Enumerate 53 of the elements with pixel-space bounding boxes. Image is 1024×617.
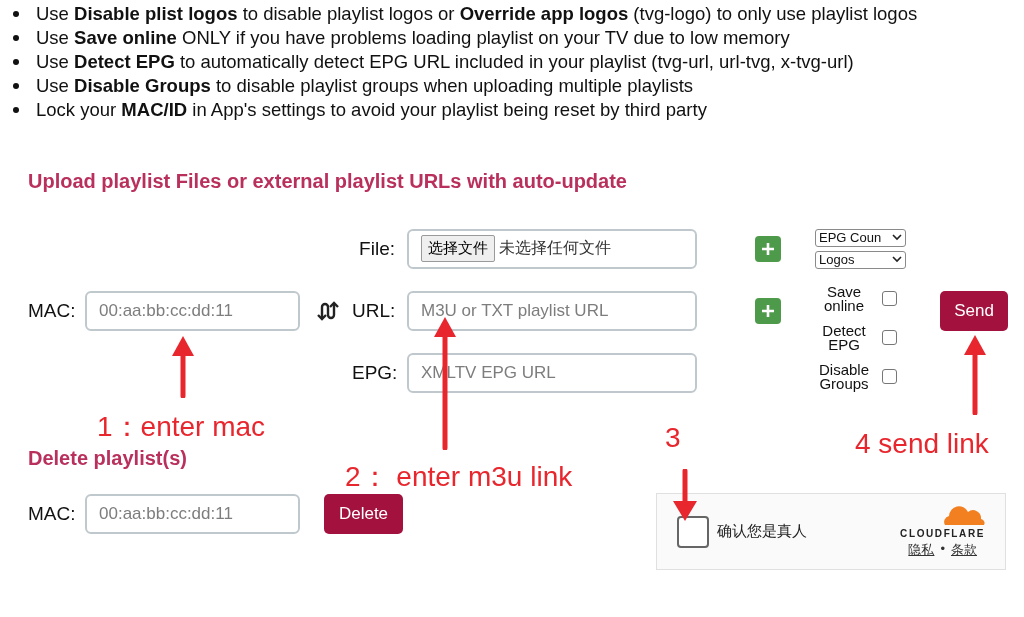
bullet-icon [13,83,19,89]
bullet-icon [13,35,19,41]
dropdown[interactable]: Logos [815,250,906,269]
annotation-text: 2： enter m3u link [345,460,573,494]
mac-input[interactable]: 00:aa:bb:cc:dd:11 [85,494,300,534]
instruction-text: Lock your MAC/ID in App's settings to avoid your playlist being reset by third party [36,99,707,121]
epg-label: EPG: [352,361,395,384]
bullet-icon [13,107,19,113]
swap-icon [317,300,340,321]
option-label: Detect EPG [821,323,867,352]
choose-file-button[interactable]: 选择文件 [421,235,495,262]
annotation-text: 4 send link [855,428,989,460]
instruction-text: Use Detect EPG to automatically detect EPG URL included in your playlist (tvg-url, url-tvg, x-tvg-url) [36,51,854,73]
add-button[interactable] [755,297,781,324]
file-status: 未选择任何文件 [499,238,611,258]
send-button[interactable]: Send [940,290,1008,331]
checkbox[interactable] [882,369,897,384]
brand-text: CLOUDFLARE [900,528,985,539]
mac-label: MAC: [28,503,77,525]
url-input[interactable]: M3U or TXT playlist URL [407,290,697,331]
footer-link[interactable]: 条款 [951,541,977,559]
bullet-icon [13,11,19,17]
file-field[interactable]: 选择文件 未选择任何文件 [407,228,697,269]
cloud-icon [941,504,985,526]
arrow [172,336,194,398]
annotation-text: 1：enter mac [97,410,266,444]
captcha-checkbox[interactable] [677,515,709,548]
bullet-icon [13,59,19,65]
add-button[interactable] [755,235,781,262]
separator-text: • [940,541,945,558]
plus-icon [761,241,775,256]
captcha-label: 确认您是真人 [717,522,807,541]
file-label: File: [358,237,395,260]
arrow [673,469,697,521]
footer-link[interactable]: 隐私 [908,541,935,559]
checkbox[interactable] [882,291,897,306]
dropdown[interactable]: EPG Coun [815,228,906,247]
annotation-text: 3 [665,422,681,454]
instruction-text: Use Save online ONLY if you have problems loading playlist on your TV due to low memory [36,27,790,49]
option-label: Disable Groups [818,362,870,391]
chevron-down-icon [892,234,902,241]
option-label: Save online [822,284,865,313]
instruction-text: Use Disable Groups to disable playlist groups when uploading multiple playlists [36,75,694,97]
instruction-text: Use Disable plist logos to disable playlist logos or Override app logos (tvg-logo) to only use playlist logos [36,3,918,25]
checkbox[interactable] [882,330,897,345]
mac-input[interactable]: 00:aa:bb:cc:dd:11 [85,290,300,331]
chevron-down-icon [892,256,902,263]
delete-button[interactable]: Delete [324,494,403,534]
section-heading: Upload playlist Files or external playlist URLs with auto-update [27,170,628,193]
plus-icon [761,303,775,318]
section-heading: Delete playlist(s) [27,447,188,470]
mac-label: MAC: [28,299,77,322]
url-label: URL: [352,299,395,322]
